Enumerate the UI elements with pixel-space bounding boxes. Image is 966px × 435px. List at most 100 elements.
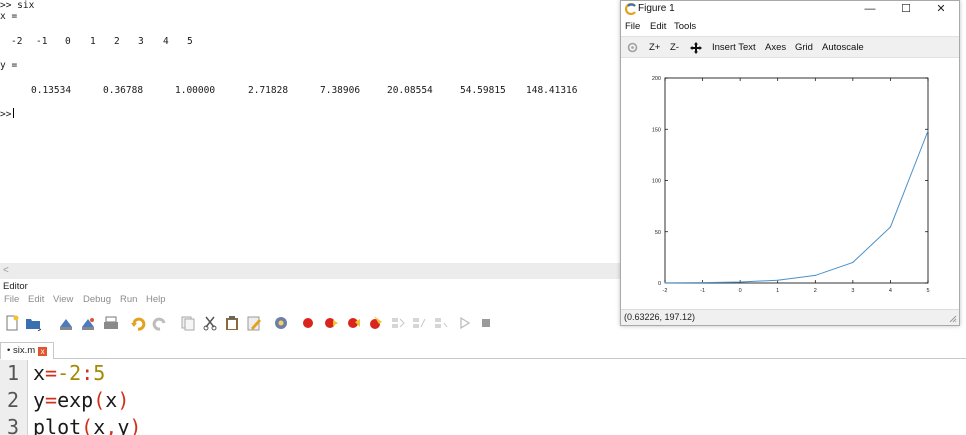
redo-icon[interactable] [152, 315, 168, 331]
figure-toolbar: Z+ Z- Insert Text Axes Grid Autoscale [621, 36, 959, 58]
editor-menu-run[interactable]: Run [120, 294, 137, 305]
new-file-icon[interactable] [4, 315, 20, 331]
horizontal-scrollbar[interactable]: < [0, 263, 620, 279]
data-point [889, 226, 892, 228]
zoom-in-button[interactable]: Z+ [649, 42, 660, 53]
insert-text-button[interactable]: Insert Text [712, 42, 756, 53]
line-number: 1 [7, 361, 20, 385]
code-token: -2 [57, 361, 82, 385]
y-variable-label: y = [0, 60, 18, 71]
step-in-icon[interactable] [389, 315, 405, 331]
x-tick-label: -2 [663, 288, 668, 294]
maximize-icon[interactable]: ☐ [889, 1, 923, 18]
command-echo: >> six [0, 0, 35, 11]
figure-title: Figure 1 [638, 3, 675, 14]
code-token: y [33, 388, 46, 412]
editor-menu-debug[interactable]: Debug [83, 294, 111, 305]
line-number: 2 [7, 388, 20, 412]
y-value: 148.41316 [526, 85, 578, 96]
rotate-icon[interactable] [627, 42, 638, 53]
zoom-out-button[interactable]: Z- [670, 42, 679, 53]
x-tick-label: 0 [739, 288, 742, 294]
step-out-icon[interactable] [432, 315, 448, 331]
code-token: x [33, 361, 46, 385]
save-icon[interactable] [58, 315, 74, 331]
cursor-coordinates: (0.63226, 197.12) [624, 312, 696, 322]
pan-icon[interactable] [690, 42, 702, 54]
y-tick-label: 0 [658, 281, 661, 287]
editor-tab-bar: • six.m x [0, 340, 966, 359]
y-tick-label: 150 [652, 127, 661, 133]
close-tab-icon[interactable]: x [38, 347, 48, 356]
axes-button[interactable]: Axes [765, 42, 786, 53]
autoscale-button[interactable]: Autoscale [822, 42, 864, 53]
grid-button[interactable]: Grid [795, 42, 813, 53]
play-icon[interactable] [456, 315, 472, 331]
figure-menu-file[interactable]: File [625, 21, 640, 32]
resize-grip-icon[interactable] [949, 315, 957, 323]
x-tick-label: 5 [926, 288, 929, 294]
figure-menu-tools[interactable]: Tools [674, 21, 696, 32]
code-token: = [45, 361, 58, 385]
command-window[interactable]: >> six x = y = >> -2 -1 0 1 2 3 4 5 0.13534 0.367… [0, 0, 620, 262]
data-point [701, 282, 704, 284]
tab-six-m[interactable]: • six.m x [0, 342, 55, 359]
clear-breakpoints-icon[interactable] [368, 315, 384, 331]
data-point [814, 274, 816, 277]
save-as-icon[interactable] [80, 315, 96, 331]
x-tick-label: 2 [814, 288, 817, 294]
command-prompt[interactable]: >> [0, 108, 15, 120]
y-value: 1.00000 [175, 85, 216, 96]
breakpoint-icon[interactable] [300, 315, 316, 331]
edit-icon[interactable] [246, 315, 262, 331]
print-icon[interactable] [103, 315, 119, 331]
x-value: 5 [187, 36, 193, 47]
code-token: plot [33, 415, 82, 435]
data-point [664, 282, 666, 284]
cut-icon[interactable] [202, 315, 218, 331]
code-text: x=-2:5 [33, 360, 105, 386]
copy-icon[interactable] [180, 315, 196, 331]
editor-menu-edit[interactable]: Edit [28, 294, 44, 305]
figure-menu-edit[interactable]: Edit [650, 21, 666, 32]
run-to-breakpoint-icon[interactable] [323, 315, 339, 331]
open-folder-icon[interactable] [25, 315, 41, 331]
x-tick-label: 4 [889, 288, 892, 294]
code-token: ( [81, 415, 94, 435]
code-editor[interactable]: 1 x=-2:5 2 y=exp(x) 3 plot(x,y) [0, 360, 966, 435]
x-value: 2 [114, 36, 120, 47]
octave-app-icon [625, 3, 636, 15]
editor-menu-view[interactable]: View [53, 294, 73, 305]
plot-canvas[interactable]: -2 -1 0 1 2 3 4 5 0 50 100 150 200 [621, 59, 959, 309]
x-tick-label: -1 [700, 288, 705, 294]
data-point [777, 279, 779, 281]
paste-icon[interactable] [224, 315, 240, 331]
y-value: 2.71828 [248, 85, 289, 96]
x-value: 3 [138, 36, 144, 47]
scroll-left-icon[interactable]: < [3, 265, 9, 276]
step-over-icon[interactable] [410, 315, 426, 331]
x-value: -1 [36, 36, 48, 47]
figure-title-bar[interactable]: Figure 1 — ☐ ✕ [621, 1, 959, 18]
step-icon[interactable] [346, 315, 362, 331]
x-value: -2 [11, 36, 23, 47]
code-token: : [81, 361, 94, 385]
code-token: ) [129, 415, 142, 435]
stop-icon[interactable] [478, 315, 494, 331]
y-tick-label: 100 [652, 179, 661, 185]
axes-box [664, 77, 929, 284]
minimize-icon[interactable]: — [853, 1, 887, 18]
undo-icon[interactable] [130, 315, 146, 331]
code-token: x [105, 388, 118, 412]
editor-menu-file[interactable]: File [4, 294, 19, 305]
x-variable-label: x = [0, 11, 18, 22]
close-icon[interactable]: ✕ [924, 1, 958, 18]
y-value: 20.08554 [387, 85, 433, 96]
data-point [852, 261, 854, 264]
settings-gear-icon[interactable] [273, 315, 289, 331]
prompt-symbol: >> [0, 109, 12, 120]
tab-label: six.m [12, 345, 36, 356]
line-chart[interactable]: -2 -1 0 1 2 3 4 5050100150200 [621, 59, 959, 309]
editor-menu-help[interactable]: Help [146, 294, 166, 305]
code-token: x [93, 415, 106, 435]
